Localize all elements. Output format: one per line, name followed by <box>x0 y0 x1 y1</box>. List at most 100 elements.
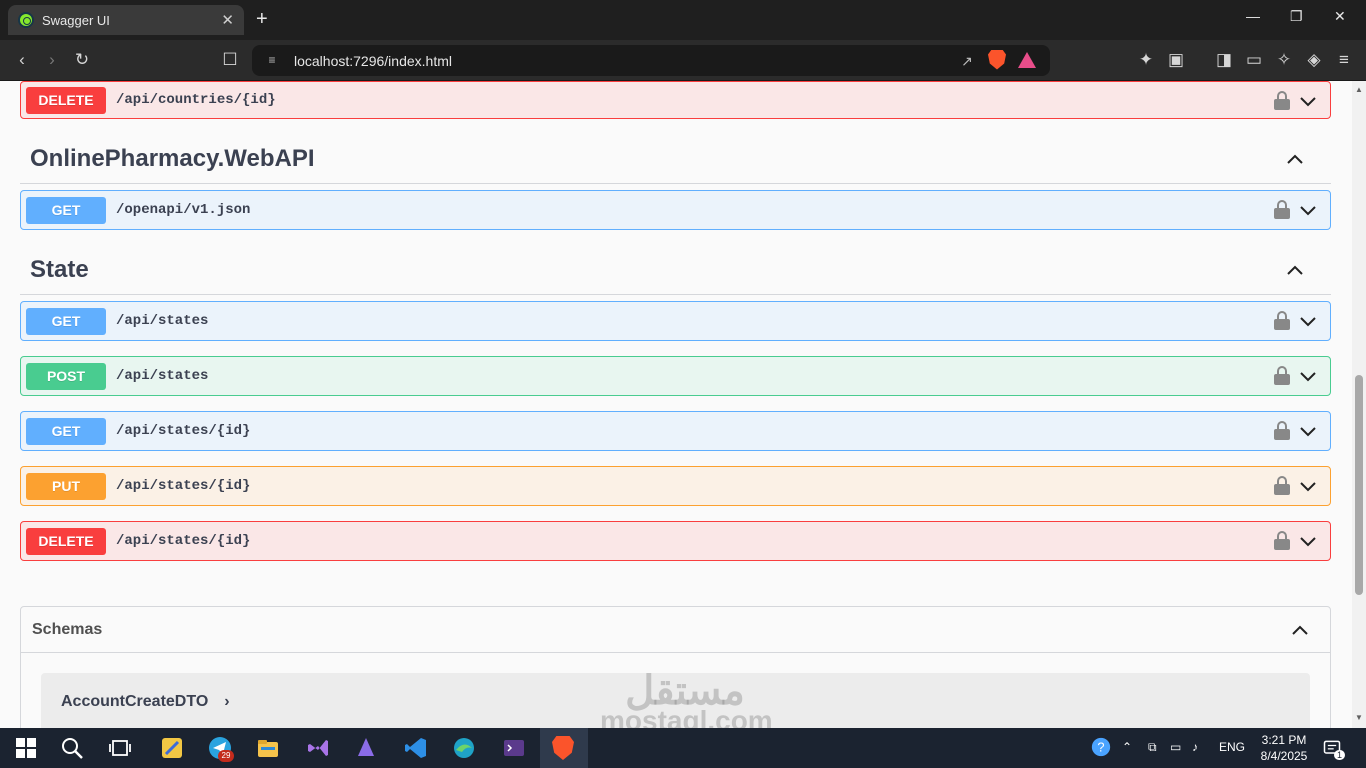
app-icon[interactable] <box>354 736 378 760</box>
clock[interactable]: 3:21 PM 8/4/2025 <box>1254 732 1314 764</box>
menu-icon[interactable]: ≡ <box>1334 50 1354 70</box>
help-icon[interactable]: ? <box>1090 736 1112 758</box>
clock-date: 8/4/2025 <box>1260 749 1308 763</box>
address-bar[interactable]: ≡ localhost:7296/index.html ↗ <box>252 45 1050 76</box>
chevron-down-icon[interactable] <box>1298 532 1318 552</box>
lock-icon[interactable] <box>1274 200 1290 220</box>
extensions-icon[interactable]: ✦ <box>1136 50 1156 70</box>
sidebar-icon[interactable]: ◨ <box>1214 50 1234 70</box>
method-badge: GET <box>26 307 106 335</box>
edge-icon[interactable] <box>452 736 476 760</box>
bookmark-icon[interactable]: ☐ <box>220 50 240 70</box>
method-badge: POST <box>26 362 106 390</box>
chevron-down-icon[interactable] <box>1298 367 1318 387</box>
search-icon[interactable] <box>60 736 84 760</box>
lock-icon[interactable] <box>1274 476 1290 496</box>
url-text: localhost:7296/index.html <box>294 52 452 69</box>
operation-get-states[interactable]: GET /api/states <box>20 301 1331 341</box>
chevron-down-icon[interactable] <box>1298 92 1318 112</box>
language-indicator[interactable]: ENG <box>1219 740 1245 754</box>
restore-icon[interactable]: ❐ <box>1290 8 1303 25</box>
method-badge: GET <box>26 417 106 445</box>
brave-rewards-icon[interactable] <box>1016 50 1038 72</box>
tag-onlinepharmacy-webapi[interactable]: OnlinePharmacy.WebAPI <box>20 134 1331 184</box>
snipping-tool-icon[interactable] <box>160 736 184 760</box>
chevron-up-icon[interactable] <box>1285 260 1305 280</box>
tab-title: Swagger UI <box>42 12 110 28</box>
share-icon[interactable]: ↗ <box>956 50 978 72</box>
vscode-icon[interactable] <box>404 736 428 760</box>
file-explorer-icon[interactable] <box>256 736 280 760</box>
tag-state[interactable]: State <box>20 245 1331 295</box>
network-icon[interactable]: ⧉ <box>1148 740 1157 755</box>
schemas-title: Schemas <box>32 620 103 638</box>
chevron-up-icon[interactable] <box>1290 620 1310 640</box>
watermark-latin: mostaql.com <box>600 705 773 729</box>
minimize-icon[interactable]: — <box>1246 8 1260 24</box>
lock-icon[interactable] <box>1274 531 1290 551</box>
new-tab-button[interactable]: + <box>256 8 268 30</box>
chevron-right-icon[interactable]: › <box>224 693 229 711</box>
operation-put-state[interactable]: PUT /api/states/{id} <box>20 466 1331 506</box>
operation-path: /api/countries/{id} <box>116 92 276 108</box>
vpn-icon[interactable]: ◈ <box>1304 50 1324 70</box>
chevron-down-icon[interactable] <box>1298 477 1318 497</box>
tag-title: OnlinePharmacy.WebAPI <box>30 144 315 172</box>
battery-icon[interactable]: ▭ <box>1170 740 1181 754</box>
lock-icon[interactable] <box>1274 421 1290 441</box>
schemas-header[interactable]: Schemas <box>21 607 1330 653</box>
method-badge: GET <box>26 196 106 224</box>
chevron-down-icon[interactable] <box>1298 201 1318 221</box>
windows-taskbar: 29 ? ⌃ ⧉ ▭ ♪ ENG 3:21 PM 8/4/2025 1 <box>0 728 1366 768</box>
operation-path: /api/states/{id} <box>116 478 251 494</box>
chevron-down-icon[interactable] <box>1298 312 1318 332</box>
operation-post-states[interactable]: POST /api/states <box>20 356 1331 396</box>
screenshot-icon[interactable]: ▣ <box>1166 50 1186 70</box>
method-badge: DELETE <box>26 86 106 114</box>
close-tab-icon[interactable]: ✕ <box>221 11 234 29</box>
clock-time: 3:21 PM <box>1261 733 1307 747</box>
tag-title: State <box>30 255 89 283</box>
watermark: مستقل mostaql.com <box>600 669 773 729</box>
svg-text:?: ? <box>1097 740 1104 755</box>
terminal-icon[interactable] <box>502 736 526 760</box>
scroll-down-icon[interactable]: ▼ <box>1355 713 1363 722</box>
wallet-icon[interactable]: ▭ <box>1244 50 1264 70</box>
visual-studio-icon[interactable] <box>306 736 330 760</box>
scroll-up-icon[interactable]: ▲ <box>1355 85 1363 94</box>
operation-get-state-by-id[interactable]: GET /api/states/{id} <box>20 411 1331 451</box>
volume-icon[interactable]: ♪ <box>1192 740 1198 754</box>
tray-overflow-icon[interactable]: ⌃ <box>1122 740 1132 754</box>
method-badge: DELETE <box>26 527 106 555</box>
page-scrollbar[interactable]: ▲ ▼ <box>1352 81 1366 728</box>
reload-icon[interactable]: ↻ <box>72 50 92 70</box>
back-icon[interactable]: ‹ <box>12 50 32 70</box>
operation-delete-country[interactable]: DELETE /api/countries/{id} <box>20 81 1331 119</box>
watermark-arabic: مستقل <box>625 669 745 713</box>
lock-icon[interactable] <box>1274 91 1290 111</box>
operation-path: /openapi/v1.json <box>116 202 251 218</box>
chevron-up-icon[interactable] <box>1285 149 1305 169</box>
leo-ai-icon[interactable]: ✧ <box>1274 50 1294 70</box>
lock-icon[interactable] <box>1274 366 1290 386</box>
windows-start-icon[interactable] <box>14 736 38 760</box>
forward-icon[interactable]: › <box>42 50 62 70</box>
brave-browser-icon[interactable] <box>552 736 574 760</box>
lock-icon[interactable] <box>1274 311 1290 331</box>
method-badge: PUT <box>26 472 106 500</box>
close-window-icon[interactable]: ✕ <box>1334 8 1346 25</box>
operation-delete-state[interactable]: DELETE /api/states/{id} <box>20 521 1331 561</box>
browser-tab-bar: Swagger UI ✕ + — ❐ ✕ <box>0 0 1366 40</box>
operation-path: /api/states/{id} <box>116 423 251 439</box>
brave-shields-icon[interactable] <box>986 49 1008 72</box>
task-view-icon[interactable] <box>108 736 132 760</box>
browser-toolbar: ‹ › ↻ ☐ ≡ localhost:7296/index.html ↗ ✦ … <box>0 40 1366 81</box>
browser-tab[interactable]: Swagger UI ✕ <box>8 5 244 35</box>
scrollbar-thumb[interactable] <box>1355 375 1363 595</box>
operation-path: /api/states <box>116 313 209 329</box>
swagger-page: DELETE /api/countries/{id} OnlinePharmac… <box>0 81 1352 728</box>
site-info-icon[interactable]: ≡ <box>264 53 280 69</box>
chevron-down-icon[interactable] <box>1298 422 1318 442</box>
operation-path: /api/states/{id} <box>116 533 251 549</box>
operation-get-openapi[interactable]: GET /openapi/v1.json <box>20 190 1331 230</box>
